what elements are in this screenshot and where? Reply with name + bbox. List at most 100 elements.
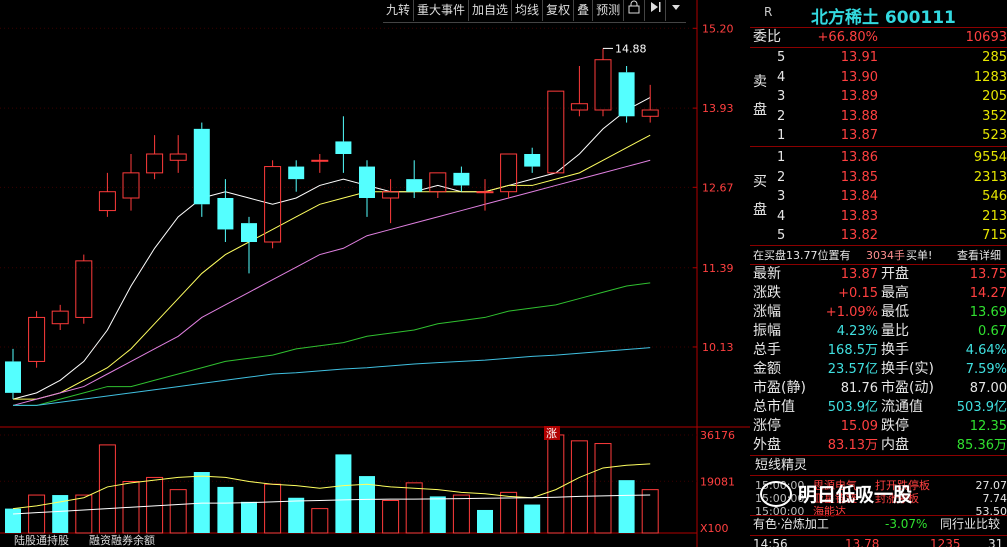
stat-label: 跌停	[881, 418, 909, 434]
volume-bar	[524, 504, 541, 533]
stat-value: 23.57亿	[827, 362, 878, 377]
stat-value: 503.9亿	[956, 400, 1007, 415]
price-tick-label: 11.39	[702, 262, 734, 275]
bid-volume: 2313	[973, 169, 1007, 185]
play-right-icon[interactable]	[645, 0, 667, 21]
ask-price: 13.89	[840, 89, 878, 105]
bid-level: 3	[777, 189, 786, 205]
watermark: 明日低吸一股	[760, 480, 912, 507]
ask-row: 3 13.89 205	[750, 87, 1007, 106]
toolbar-forecast[interactable]: 预测	[593, 0, 625, 21]
toolbar-jiuzhuan[interactable]: 九转	[383, 0, 415, 21]
price-tick-label: 10.13	[702, 341, 734, 354]
stat-label: 涨跌	[753, 285, 781, 301]
stat-label: 涨停	[753, 418, 781, 434]
candle-body	[98, 191, 116, 212]
tab-northbound-holdings[interactable]: 陆股通持股	[14, 535, 69, 547]
sector-pct: -3.07%	[885, 517, 928, 531]
stat-value: 85.36万	[956, 438, 1007, 453]
ask-row: 2 13.88 352	[750, 107, 1007, 126]
stat-label: 总手	[753, 342, 781, 358]
sector-row[interactable]: 有色·冶炼加工 -3.07% 同行业比较	[750, 515, 1007, 534]
toolbar-overlay[interactable]: 叠	[574, 0, 594, 21]
stat-value: 503.9亿	[827, 400, 878, 415]
notice-tag: 买单!	[906, 249, 933, 262]
toolbar-adjust[interactable]: 复权	[543, 0, 575, 21]
toolbar-major-events[interactable]: 重大事件	[414, 0, 470, 21]
ask-price: 13.88	[840, 108, 878, 124]
bid-price: 13.83	[840, 208, 878, 224]
notice-link[interactable]: 查看详细	[957, 246, 1001, 265]
notice-row[interactable]: 在买盘13.77位置有 3034手 买单! 查看详细	[750, 246, 1007, 265]
ask-price: 13.90	[840, 69, 878, 85]
stat-value: +0.15	[838, 286, 878, 301]
candle-body	[193, 128, 210, 205]
stat-label: 流通值	[881, 399, 923, 415]
sector-link[interactable]: 同行业比较	[940, 515, 1000, 534]
chart-toolbar: 九转 重大事件 加自选 均线 复权 叠 预测	[383, 0, 687, 23]
volume-bar	[28, 494, 46, 534]
stat-row: 市盈(静) 81.76 市盈(动) 87.00	[750, 379, 1007, 398]
bid-volume: 9554	[973, 150, 1007, 165]
stat-value: 168.5万	[827, 343, 878, 358]
lock-icon[interactable]	[624, 0, 646, 21]
bid-volume: 213	[982, 208, 1007, 224]
volume-bar	[169, 489, 187, 534]
volume-bar	[452, 494, 470, 534]
ask-volume: 285	[982, 50, 1007, 65]
stat-value: 13.87	[840, 267, 878, 282]
buy-side-label: 买盘	[753, 174, 767, 218]
volume-bar	[477, 509, 493, 533]
spirit-header: 短线精灵	[750, 456, 1007, 475]
last-price: 13.78	[845, 537, 880, 547]
stat-value: 87.00	[969, 381, 1007, 396]
volume-bar	[5, 508, 21, 533]
stat-label: 换手(实)	[881, 361, 934, 377]
stat-row: 涨跌 +0.15 最高 14.27	[750, 284, 1007, 303]
stat-value: 4.64%	[965, 343, 1007, 358]
stat-value: 14.27	[969, 286, 1007, 301]
volume-bar	[75, 494, 93, 534]
volume-tick-label: 36176	[700, 429, 735, 442]
limit-up-label: 涨	[546, 427, 557, 440]
candle-body	[217, 198, 234, 230]
stat-value: 81.76	[840, 381, 878, 396]
bid-row: 2 13.85 2313	[750, 168, 1007, 187]
stat-row: 最新 13.87 开盘 13.75	[750, 265, 1007, 284]
volume-bar	[311, 508, 329, 534]
sector-name: 有色·冶炼加工	[753, 517, 829, 531]
candle-body	[618, 72, 635, 117]
candle-body	[500, 153, 518, 193]
ask-row: 5 13.91 285	[750, 48, 1007, 67]
stat-row: 振幅 4.23% 量比 0.67	[750, 322, 1007, 341]
candle-body	[51, 310, 69, 325]
stat-value: 15.09	[840, 419, 878, 434]
ask-volume: 523	[982, 128, 1007, 144]
last-extra: 31	[988, 537, 1004, 547]
toolbar-add-favorite[interactable]: 加自选	[469, 0, 513, 21]
volume-bar	[193, 472, 210, 533]
ask-price: 13.87	[840, 128, 878, 144]
kline-chart[interactable]: 15.20 13.93 12.67 11.39 10.13 36176 19081 X100 1…	[0, 0, 750, 547]
stat-value: 83.13万	[827, 438, 878, 453]
volume-tick-label: 19081	[700, 475, 735, 488]
stat-label: 最新	[753, 266, 781, 282]
tab-margin-balance[interactable]: 融资融券余额	[89, 535, 155, 547]
ask-volume: 1283	[973, 69, 1007, 85]
bid-row: 3 13.84 546	[750, 187, 1007, 206]
ask-volume: 205	[982, 89, 1007, 105]
stat-value: 13.69	[969, 305, 1007, 320]
ask-level: 5	[777, 50, 786, 65]
volume-bar	[288, 497, 305, 533]
candle-body	[382, 191, 400, 199]
bid-level: 4	[777, 208, 786, 224]
toolbar-moving-average[interactable]: 均线	[512, 0, 544, 21]
ma-line	[12, 159, 651, 406]
candle-body	[311, 159, 329, 162]
candle-body	[594, 59, 612, 111]
candle-body	[335, 141, 352, 154]
dropdown-arrow-icon[interactable]	[666, 0, 686, 21]
bid-row: 4 13.83 213	[750, 207, 1007, 226]
volume-ma-line	[12, 463, 651, 510]
stock-title[interactable]: 北方稀土 600111	[811, 3, 956, 28]
